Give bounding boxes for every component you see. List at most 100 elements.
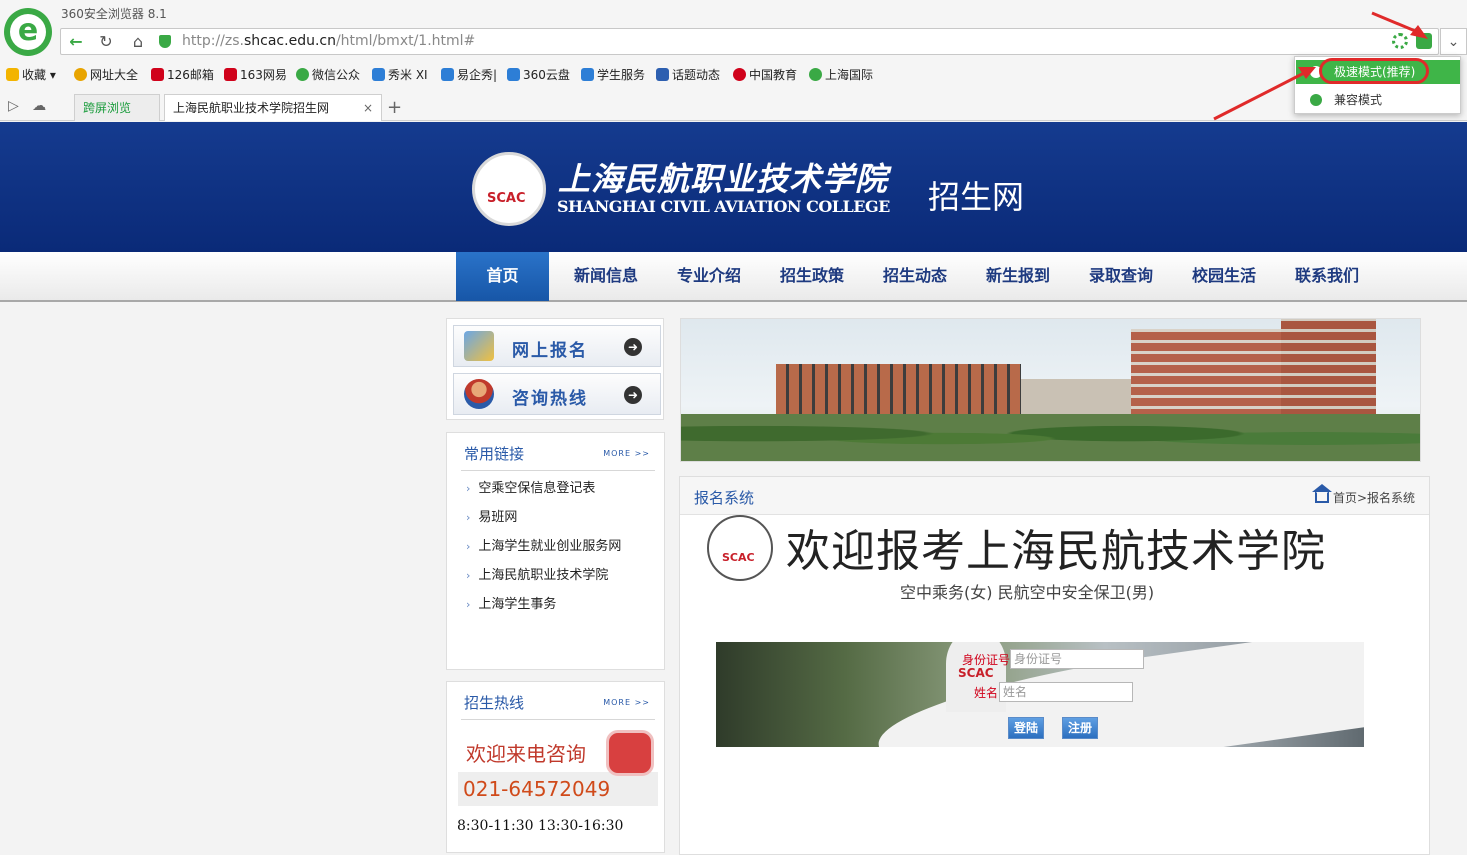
site-icon (656, 68, 669, 81)
tab-strip: ▷ ☁ 跨屏浏览 上海民航职业技术学院招生网 × + (0, 94, 1467, 121)
site-icon (224, 68, 237, 81)
more-link[interactable]: MORE >> (603, 698, 650, 707)
nav-contact[interactable]: 联系我们 (1281, 252, 1373, 301)
register-button[interactable]: 注册 (1062, 717, 1098, 739)
chevron-right-icon: › (466, 598, 471, 611)
more-link[interactable]: MORE >> (603, 449, 650, 458)
hotline-banner: 欢迎来电咨询 021-64572049 (458, 726, 658, 806)
arrow-right-icon: ➜ (624, 386, 642, 404)
bookmark-item[interactable]: 易企秀| (441, 66, 497, 83)
refresh-icon[interactable]: ↻ (91, 29, 121, 54)
name-label: 姓名 (974, 686, 999, 700)
new-tab-icon[interactable]: + (387, 97, 402, 118)
common-links-panel: 常用链接 MORE >> › 空乘空保信息登记表 › 易班网 › 上海学生就业创业服务… (446, 432, 665, 670)
bookmark-favorites[interactable]: 收藏 ▾ (6, 66, 56, 83)
breadcrumb[interactable]: 首页>报名系统 (1311, 484, 1415, 506)
bookmark-item[interactable]: 360云盘 (507, 66, 570, 83)
list-item[interactable]: › 上海学生就业创业服务网 (466, 535, 621, 554)
college-name-en: SHANGHAI CIVIL AVIATION COLLEGE (557, 197, 890, 216)
site-icon (809, 68, 822, 81)
site-subtitle: 招生网 (928, 178, 1025, 216)
nav-campus[interactable]: 校园生活 (1178, 252, 1270, 301)
trees (681, 414, 1420, 461)
nav-majors[interactable]: 专业介绍 (663, 252, 755, 301)
divider (461, 470, 655, 471)
id-label: 身份证号 (962, 653, 1011, 667)
security-shield-icon[interactable] (159, 35, 171, 48)
login-button[interactable]: 登陆 (1008, 717, 1044, 739)
college-name-cn: 上海民航职业技术学院 (558, 160, 889, 198)
nav-home[interactable]: 首页 (456, 252, 549, 301)
star-icon (6, 68, 19, 81)
site-icon (151, 68, 164, 81)
home-icon (1311, 484, 1332, 503)
aircraft-marking: SCAC (958, 666, 994, 680)
render-mode-menu: 极速模式(推荐) 兼容模式 (1294, 56, 1461, 114)
chevron-right-icon: › (466, 540, 471, 553)
nav-policy[interactable]: 招生政策 (766, 252, 858, 301)
bookmark-item[interactable]: 秀米 XI (372, 66, 428, 83)
tab-active[interactable]: 上海民航职业技术学院招生网 × (164, 94, 382, 121)
id-number-input[interactable] (1010, 649, 1144, 669)
close-icon[interactable]: × (363, 95, 373, 121)
site-icon (74, 68, 87, 81)
college-seal-logo: SCAC (472, 152, 546, 226)
list-item[interactable]: › 空乘空保信息登记表 (466, 477, 595, 496)
list-item[interactable]: › 易班网 (466, 506, 517, 525)
main-nav: 首页 新闻信息 专业介绍 招生政策 招生动态 新生报到 录取查询 校园生活 联系… (0, 252, 1467, 302)
bookmark-item[interactable]: 163网易 (224, 66, 287, 83)
sidebar-toggle-icon[interactable]: ▷ ☁ (8, 98, 46, 114)
person-icon (464, 379, 494, 409)
content-title: 报名系统 (694, 489, 755, 507)
login-form: SCAC 身份证号 姓名 登陆 注册 (716, 642, 1364, 747)
hotline-button[interactable]: 咨询热线 ➜ (453, 373, 661, 415)
list-item[interactable]: › 上海民航职业技术学院 (466, 564, 608, 583)
bookmark-item[interactable]: 学生服务 (581, 66, 645, 83)
nav-admission-news[interactable]: 招生动态 (869, 252, 961, 301)
registration-system-panel: 报名系统 首页>报名系统 SCAC 欢迎报考上海民航技术学院 空中乘务(女) 民… (679, 476, 1430, 855)
browser-title: 360安全浏览器 8.1 (61, 7, 167, 21)
college-seal-logo: SCAC (707, 515, 773, 581)
browser-logo-icon[interactable]: e (4, 8, 52, 56)
bookmark-item[interactable]: 网址大全 (74, 66, 138, 83)
site-header: SCAC 上海民航职业技术学院 SHANGHAI CIVIL AVIATION … (0, 122, 1467, 252)
nav-freshmen[interactable]: 新生报到 (972, 252, 1064, 301)
browser-chrome: e 360安全浏览器 8.1 ← ↻ ⌂ http://zs.shcac.edu… (0, 0, 1467, 121)
site-icon (733, 68, 746, 81)
ie-icon (1310, 94, 1322, 106)
hotline-hours: 8:30-11:30 13:30-16:30 (457, 818, 624, 834)
nav-news[interactable]: 新闻信息 (560, 252, 652, 301)
online-register-button[interactable]: 网上报名 ➜ (453, 325, 661, 367)
chevron-down-icon[interactable]: ⌄ (1440, 28, 1467, 55)
wechat-icon (296, 68, 309, 81)
tab-cross-screen[interactable]: 跨屏浏览 (74, 94, 160, 121)
home-icon[interactable]: ⌂ (123, 29, 153, 54)
menu-item-compat-mode[interactable]: 兼容模式 (1296, 88, 1460, 112)
panel-title: 招生热线 (464, 694, 525, 712)
welcome-subtitle: 空中乘务(女) 民航空中安全保卫(男) (900, 583, 1155, 602)
campus-banner-image (680, 318, 1421, 462)
hotline-number: 021-64572049 (458, 772, 658, 806)
url-text[interactable]: http://zs.shcac.edu.cn/html/bmxt/1.html# (182, 33, 475, 49)
bookmarks-bar: 收藏 ▾ 网址大全 126邮箱 163网易 微信公众 秀米 XI 易企秀| 36… (0, 62, 1467, 86)
welcome-title: 欢迎报考上海民航技术学院 (786, 526, 1326, 577)
site-icon (441, 68, 454, 81)
bookmark-item[interactable]: 话题动态 (656, 66, 720, 83)
extension-icon[interactable] (1392, 33, 1409, 49)
chevron-right-icon: › (466, 482, 471, 495)
chevron-right-icon: › (466, 569, 471, 582)
name-input[interactable] (999, 682, 1133, 702)
bookmark-item[interactable]: 中国教育 (733, 66, 797, 83)
nav-results[interactable]: 录取查询 (1075, 252, 1167, 301)
address-bar[interactable]: ← ↻ ⌂ http://zs.shcac.edu.cn/html/bmxt/1… (60, 28, 1439, 55)
panel-title: 常用链接 (464, 445, 525, 463)
bookmark-item[interactable]: 上海国际 (809, 66, 873, 83)
speed-mode-icon[interactable] (1416, 33, 1432, 49)
back-icon[interactable]: ← (61, 29, 91, 54)
hotline-panel: 招生热线 MORE >> 欢迎来电咨询 021-64572049 8:30-11… (446, 681, 665, 853)
chevron-right-icon: › (466, 511, 471, 524)
bookmark-item[interactable]: 126邮箱 (151, 66, 214, 83)
bookmark-item[interactable]: 微信公众 (296, 66, 360, 83)
list-item[interactable]: › 上海学生事务 (466, 593, 556, 612)
annotation-ring (1319, 58, 1429, 84)
